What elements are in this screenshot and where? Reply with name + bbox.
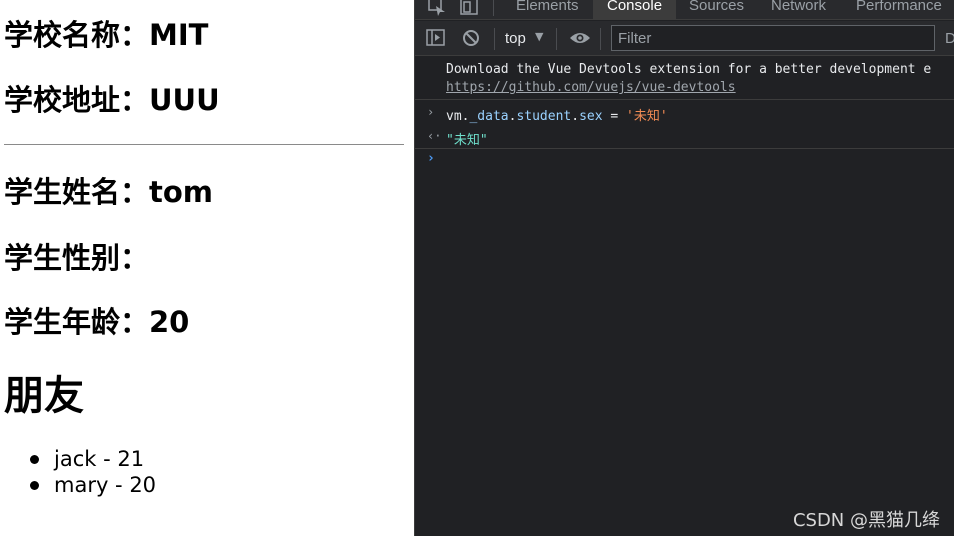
- code-token: _data: [469, 109, 509, 124]
- vue-devtools-link[interactable]: https://github.com/vuejs/vue-devtools: [446, 80, 736, 95]
- code-token: student: [516, 109, 572, 124]
- code-token: '未知': [626, 109, 668, 124]
- vue-page: 学校名称：MIT 学校地址：UUU 学生姓名：tom 学生性别： 学生年龄：20…: [0, 0, 414, 536]
- result-chevron-icon: ‹·: [427, 129, 442, 143]
- devtools-tabbar: Elements Console Sources Network Perform…: [415, 0, 954, 20]
- list-bullet: [30, 455, 39, 464]
- school-name-heading: 学校名称：MIT: [4, 18, 209, 52]
- tab-separator: [493, 0, 494, 16]
- console-prompt[interactable]: ›: [415, 150, 954, 172]
- code-token: sex: [579, 109, 603, 124]
- console-info-message: Download the Vue Devtools extension for …: [415, 57, 954, 100]
- watermark: CSDN @黑猫几绛: [792, 510, 940, 531]
- console-result-entry: ‹· "未知": [415, 125, 954, 149]
- log-levels-dropdown[interactable]: D: [945, 28, 954, 50]
- tab-console[interactable]: Console: [593, 0, 677, 20]
- clear-console-icon[interactable]: [462, 29, 480, 51]
- horizontal-rule: [4, 144, 404, 145]
- prompt-chevron-icon: ›: [427, 151, 435, 166]
- filter-input[interactable]: [611, 25, 935, 51]
- result-value[interactable]: "未知": [446, 129, 488, 148]
- tab-elements[interactable]: Elements: [516, 0, 579, 20]
- student-sex-heading: 学生性别：: [4, 241, 150, 275]
- student-age-heading: 学生年龄：20: [4, 305, 190, 339]
- toolbar-separator: [600, 28, 601, 50]
- list-item: jack - 21: [54, 447, 145, 471]
- device-toolbar-icon[interactable]: [459, 0, 481, 20]
- devtools-panel: Elements Console Sources Network Perform…: [414, 0, 954, 536]
- inspect-element-icon[interactable]: [427, 0, 447, 20]
- context-selector[interactable]: top: [505, 28, 526, 50]
- sidebar-toggle-icon[interactable]: [426, 29, 446, 51]
- info-text: Download the Vue Devtools extension for …: [446, 62, 932, 77]
- live-expression-eye-icon[interactable]: [569, 30, 591, 50]
- code-token: =: [602, 109, 627, 124]
- code-token: .: [571, 109, 580, 124]
- console-toolbar: top ▼ D: [415, 21, 954, 56]
- school-address-heading: 学校地址：UUU: [4, 83, 220, 117]
- tab-performance[interactable]: Performance: [856, 0, 942, 20]
- code-token: vm.: [446, 109, 470, 124]
- console-input-entry: › vm._data.student.sex = '未知': [415, 101, 954, 125]
- toolbar-separator: [556, 28, 557, 50]
- friends-heading: 朋友: [4, 373, 84, 419]
- list-bullet: [30, 481, 39, 490]
- tab-network[interactable]: Network: [771, 0, 826, 20]
- list-item: mary - 20: [54, 473, 157, 497]
- input-code: vm._data.student.sex = '未知': [446, 105, 668, 124]
- chevron-down-icon: ▼: [535, 30, 544, 43]
- toolbar-separator: [494, 28, 495, 50]
- tab-sources[interactable]: Sources: [689, 0, 744, 20]
- student-name-heading: 学生姓名：tom: [4, 175, 214, 209]
- input-chevron-icon: ›: [427, 105, 435, 119]
